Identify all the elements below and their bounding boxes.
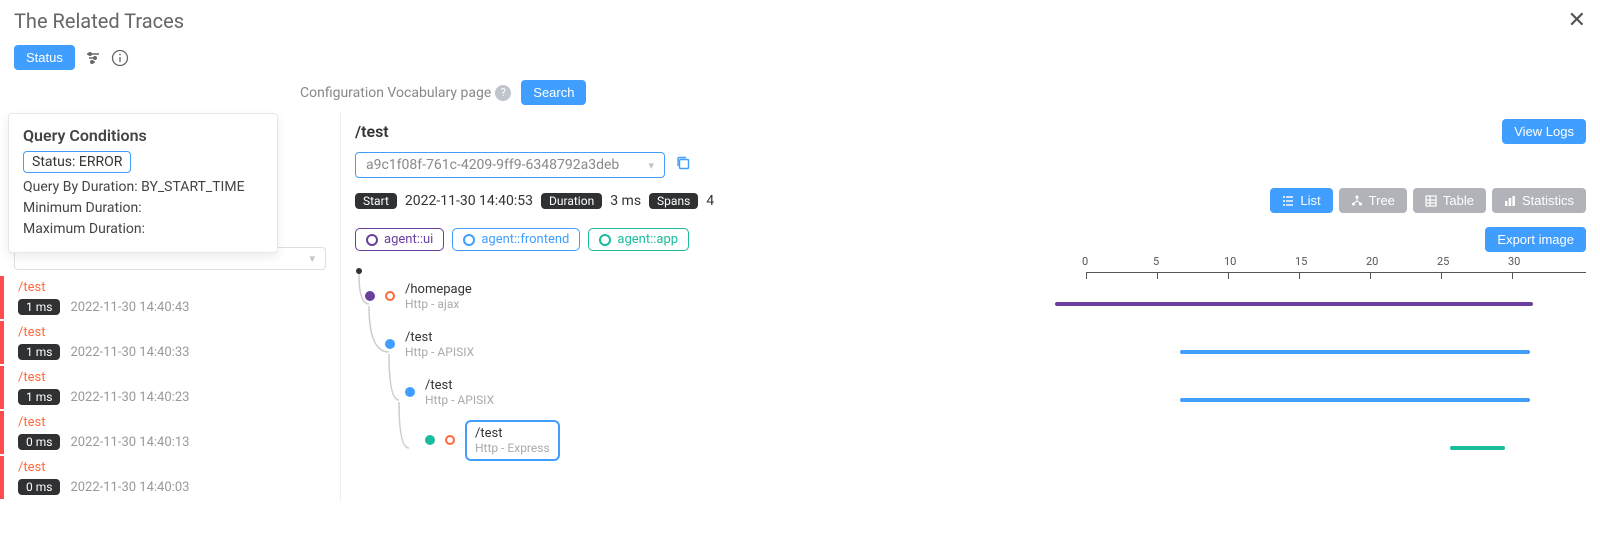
span-bar[interactable] [1180, 398, 1530, 402]
span-subtitle: Http - Express [475, 441, 550, 455]
popover-line: Minimum Duration: [23, 198, 263, 219]
duration-value: 3 ms [610, 193, 641, 209]
span-subtitle: Http - ajax [405, 297, 472, 311]
legend-agent-app[interactable]: agent::app [588, 228, 689, 251]
span-name: /homepage [405, 282, 472, 297]
help-icon[interactable]: ? [495, 85, 511, 101]
error-dot-icon [385, 291, 395, 301]
legend-agent-ui[interactable]: agent::ui [355, 228, 444, 251]
span-name: /test [405, 330, 474, 345]
config-vocab-link[interactable]: Configuration Vocabulary page ? [300, 85, 511, 101]
duration-badge: 0 ms [18, 434, 60, 450]
duration-badge: Duration [541, 193, 602, 209]
trace-name: /test [18, 280, 326, 295]
page-title: The Related Traces [14, 9, 184, 33]
trace-timestamp: 2022-11-30 14:40:33 [70, 345, 189, 360]
trace-list-item[interactable]: /test 0 ms 2022-11-30 14:40:13 [0, 411, 340, 454]
trace-list-item[interactable]: /test 0 ms 2022-11-30 14:40:03 [0, 456, 340, 499]
span-node-dot [425, 435, 435, 445]
span-row[interactable]: /test Http - Express [355, 416, 1055, 464]
trace-name: /test [18, 415, 326, 430]
spans-badge: Spans [649, 193, 698, 209]
query-conditions-popover: Query Conditions Status: ERROR Query By … [8, 113, 278, 253]
span-node-dot [405, 387, 415, 397]
search-button[interactable]: Search [521, 80, 586, 105]
span-row[interactable]: /test Http - APISIX [355, 368, 1055, 416]
view-list-button[interactable]: List [1270, 188, 1332, 213]
timeline-bars [1055, 272, 1535, 464]
detail-title: /test [355, 122, 389, 141]
span-bar[interactable] [1180, 350, 1530, 354]
span-row[interactable]: /homepage Http - ajax [355, 272, 1055, 320]
span-name: /test [475, 426, 550, 441]
span-bar[interactable] [1450, 446, 1505, 450]
duration-badge: 1 ms [18, 299, 60, 315]
info-icon[interactable] [111, 49, 129, 67]
span-row[interactable]: /test Http - APISIX [355, 320, 1055, 368]
span-subtitle: Http - APISIX [405, 345, 474, 359]
trace-timestamp: 2022-11-30 14:40:23 [70, 390, 189, 405]
trace-list-item[interactable]: /test 1 ms 2022-11-30 14:40:43 [0, 276, 340, 319]
span-node-dot [385, 339, 395, 349]
trace-list-item[interactable]: /test 1 ms 2022-11-30 14:40:23 [0, 366, 340, 409]
trace-timestamp: 2022-11-30 14:40:43 [70, 300, 189, 315]
trace-start-dot [356, 268, 362, 274]
view-stats-button[interactable]: Statistics [1492, 188, 1586, 213]
filter-icon[interactable] [85, 50, 101, 66]
popover-line: Query By Duration: BY_START_TIME [23, 177, 263, 198]
trace-id-select[interactable]: a9c1f08f-761c-4209-9ff9-6348792a3deb▾ [355, 152, 665, 178]
span-name: /test [425, 378, 494, 393]
legend-agent-frontend[interactable]: agent::frontend [452, 228, 580, 251]
span-subtitle: Http - APISIX [425, 393, 494, 407]
popover-title: Query Conditions [23, 126, 263, 145]
status-button[interactable]: Status [14, 45, 75, 70]
duration-badge: 1 ms [18, 389, 60, 405]
span-node-dot [365, 291, 375, 301]
trace-name: /test [18, 370, 326, 385]
view-tree-button[interactable]: Tree [1339, 188, 1407, 213]
span-bar[interactable] [1055, 302, 1533, 306]
start-badge: Start [355, 193, 397, 209]
copy-icon[interactable] [675, 155, 691, 175]
view-table-button[interactable]: Table [1413, 188, 1486, 213]
status-chip: Status: ERROR [23, 151, 131, 173]
spans-value: 4 [706, 193, 714, 209]
popover-line: Maximum Duration: [23, 219, 263, 240]
trace-timestamp: 2022-11-30 14:40:03 [70, 480, 189, 495]
start-value: 2022-11-30 14:40:53 [405, 193, 533, 209]
trace-list-item[interactable]: /test 1 ms 2022-11-30 14:40:33 [0, 321, 340, 364]
trace-name: /test [18, 325, 326, 340]
duration-badge: 1 ms [18, 344, 60, 360]
trace-timestamp: 2022-11-30 14:40:13 [70, 435, 189, 450]
view-logs-button[interactable]: View Logs [1502, 119, 1586, 144]
trace-name: /test [18, 460, 326, 475]
close-icon[interactable]: ✕ [1568, 8, 1586, 33]
duration-badge: 0 ms [18, 479, 60, 495]
error-dot-icon [445, 435, 455, 445]
export-image-button[interactable]: Export image [1485, 227, 1586, 252]
